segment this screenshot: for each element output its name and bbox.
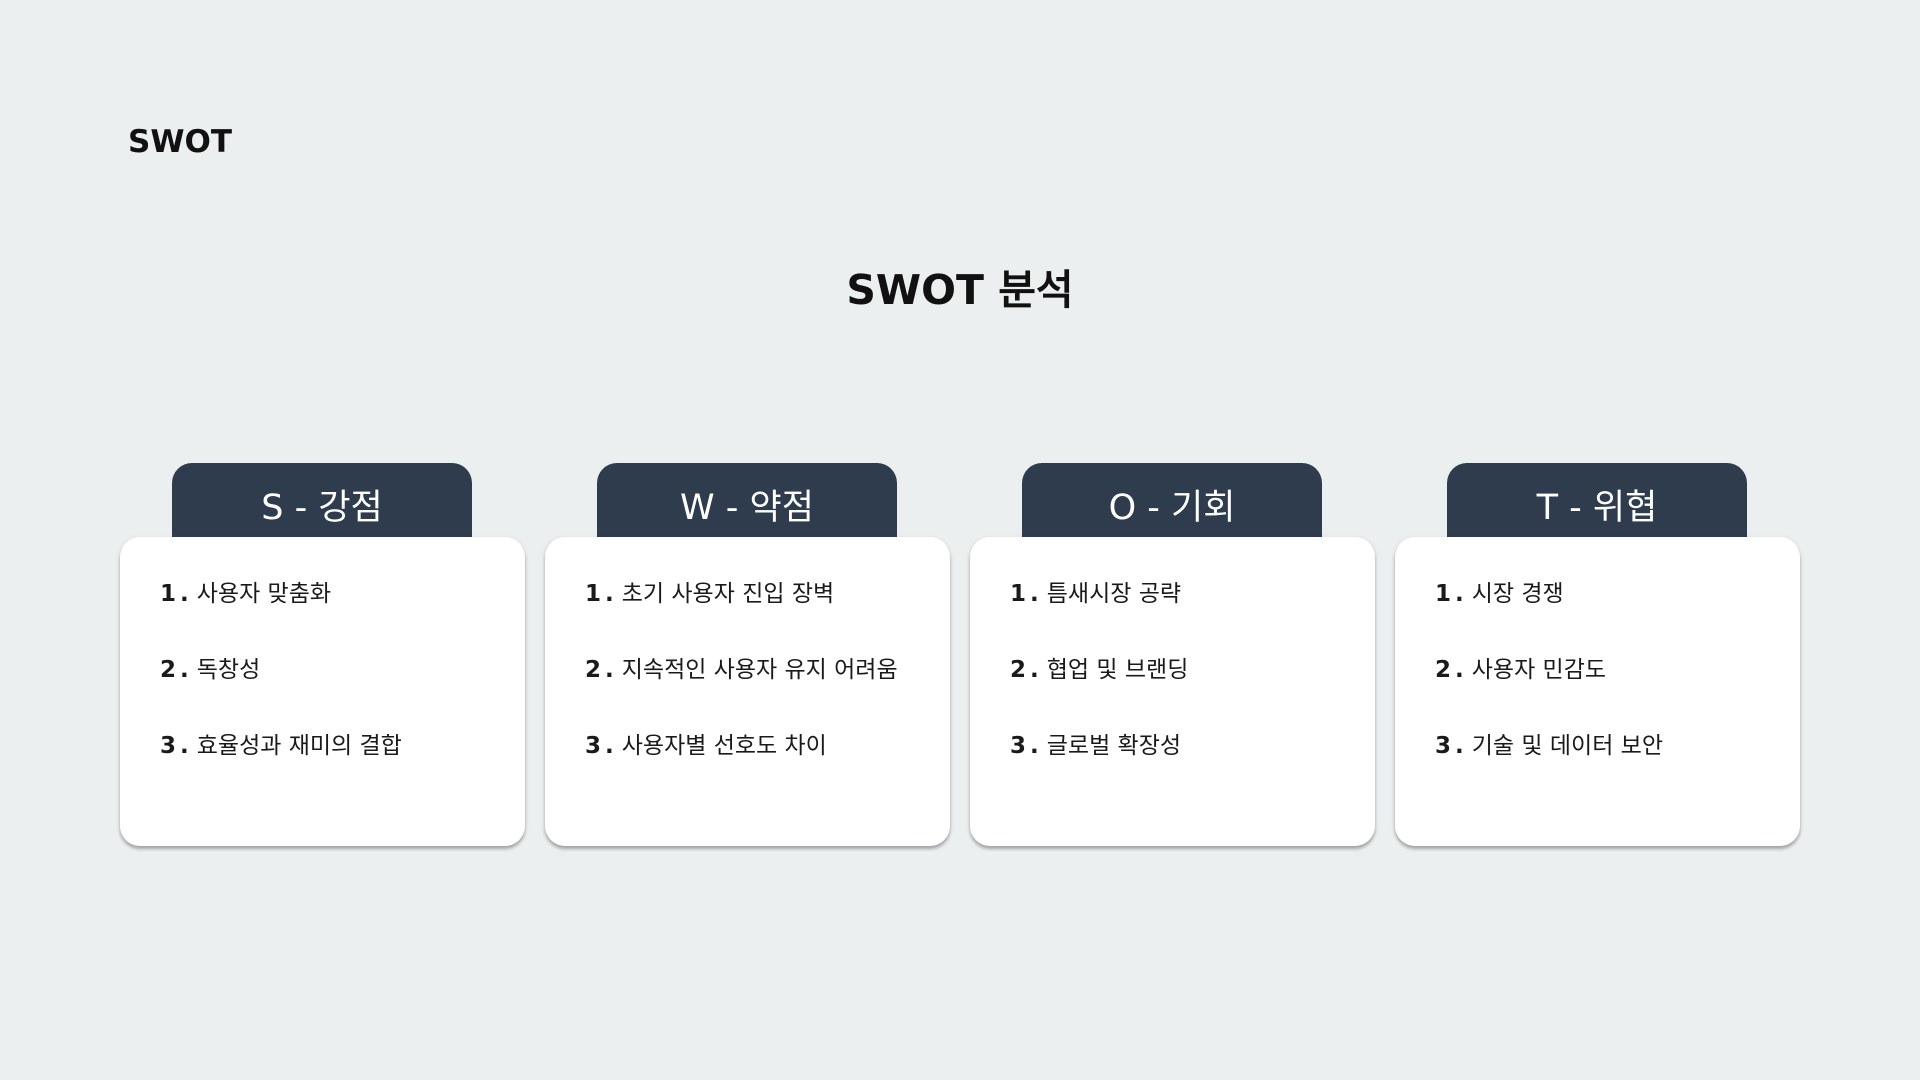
list-item: 1. 틈새시장 공략 xyxy=(1010,581,1182,607)
corner-label: SWOT xyxy=(128,124,233,160)
item-number: 1 xyxy=(585,581,602,607)
item-number: 3 xyxy=(1435,733,1452,759)
item-number: 3 xyxy=(160,733,177,759)
card-body-threats: 1. 시장 경쟁 2. 사용자 민감도 3. 기술 및 데이터 보안 xyxy=(1395,537,1800,846)
card-weaknesses: W - 약점 1. 초기 사용자 진입 장벽 2. 지속적인 사용자 유지 어려… xyxy=(545,463,950,848)
item-text: 사용자별 선호도 차이 xyxy=(621,733,827,759)
item-text: 독창성 xyxy=(196,657,261,683)
card-threats: T - 위협 1. 시장 경쟁 2. 사용자 민감도 3. 기술 및 데이터 보… xyxy=(1395,463,1800,848)
card-body-opportunities: 1. 틈새시장 공략 2. 협업 및 브랜딩 3. 글로벌 확장성 xyxy=(970,537,1375,846)
item-number: 2 xyxy=(1435,657,1452,683)
item-number: 2 xyxy=(160,657,177,683)
list-item: 1. 초기 사용자 진입 장벽 xyxy=(585,581,835,607)
list-item: 3. 글로벌 확장성 xyxy=(1010,733,1182,759)
item-number: 3 xyxy=(585,733,602,759)
list-item: 3. 기술 및 데이터 보안 xyxy=(1435,733,1663,759)
item-text: 글로벌 확장성 xyxy=(1046,733,1182,759)
page-title: SWOT 분석 xyxy=(846,266,1074,314)
item-number: 3 xyxy=(1010,733,1027,759)
item-text: 초기 사용자 진입 장벽 xyxy=(621,581,835,607)
item-text: 효율성과 재미의 결합 xyxy=(196,733,402,759)
list-item: 2. 협업 및 브랜딩 xyxy=(1010,657,1189,683)
item-text: 사용자 맞춤화 xyxy=(196,581,332,607)
card-strengths: S - 강점 1. 사용자 맞춤화 2. 독창성 3. 효율성과 재미의 결합 xyxy=(120,463,525,848)
item-number: 2 xyxy=(585,657,602,683)
list-item: 3. 효율성과 재미의 결합 xyxy=(160,733,402,759)
item-text: 협업 및 브랜딩 xyxy=(1046,657,1189,683)
list-item: 2. 지속적인 사용자 유지 어려움 xyxy=(585,657,898,683)
item-text: 사용자 민감도 xyxy=(1471,657,1607,683)
card-tab-strengths: S - 강점 xyxy=(172,463,472,541)
list-item: 2. 독창성 xyxy=(160,657,261,683)
list-item: 1. 사용자 맞춤화 xyxy=(160,581,332,607)
card-opportunities: O - 기회 1. 틈새시장 공략 2. 협업 및 브랜딩 3. 글로벌 확장성 xyxy=(970,463,1375,848)
item-number: 1 xyxy=(160,581,177,607)
item-text: 지속적인 사용자 유지 어려움 xyxy=(621,657,898,683)
item-text: 기술 및 데이터 보안 xyxy=(1471,733,1663,759)
list-item: 3. 사용자별 선호도 차이 xyxy=(585,733,827,759)
card-tab-opportunities: O - 기회 xyxy=(1022,463,1322,541)
card-tab-weaknesses: W - 약점 xyxy=(597,463,897,541)
card-body-weaknesses: 1. 초기 사용자 진입 장벽 2. 지속적인 사용자 유지 어려움 3. 사용… xyxy=(545,537,950,846)
item-text: 틈새시장 공략 xyxy=(1046,581,1182,607)
item-number: 1 xyxy=(1435,581,1452,607)
card-body-strengths: 1. 사용자 맞춤화 2. 독창성 3. 효율성과 재미의 결합 xyxy=(120,537,525,846)
item-number: 1 xyxy=(1010,581,1027,607)
card-tab-threats: T - 위협 xyxy=(1447,463,1747,541)
list-item: 2. 사용자 민감도 xyxy=(1435,657,1607,683)
item-text: 시장 경쟁 xyxy=(1471,581,1564,607)
item-number: 2 xyxy=(1010,657,1027,683)
list-item: 1. 시장 경쟁 xyxy=(1435,581,1564,607)
swot-cards: S - 강점 1. 사용자 맞춤화 2. 독창성 3. 효율성과 재미의 결합 … xyxy=(120,463,1800,848)
